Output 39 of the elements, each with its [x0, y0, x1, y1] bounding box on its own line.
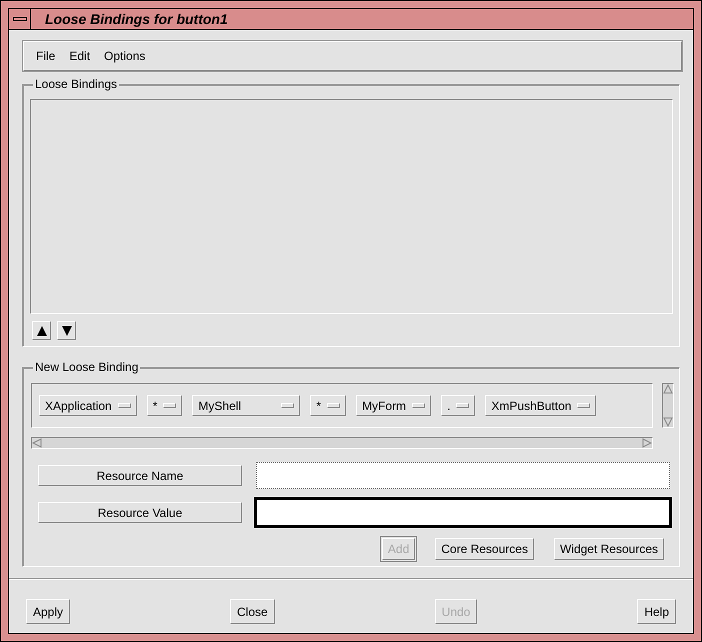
field-label-button[interactable]: Resource Name [38, 465, 242, 486]
window-title: Loose Bindings for button1 [45, 10, 228, 29]
text-field[interactable] [254, 497, 672, 528]
option-indicator-icon [118, 403, 131, 408]
move-up-button[interactable] [32, 321, 51, 340]
option-menu-button[interactable]: MyShell [192, 395, 300, 416]
group-title: Loose Bindings [33, 76, 120, 92]
option-indicator-icon [163, 403, 176, 408]
option-menu-button[interactable]: XmPushButton [485, 395, 596, 416]
menu-item[interactable]: File [36, 47, 56, 65]
option-menu-button[interactable]: XApplication [39, 395, 137, 416]
down-arrow-icon [62, 326, 72, 336]
option-indicator-icon [456, 403, 470, 408]
scroll-up-icon[interactable] [663, 384, 673, 394]
menu-item[interactable]: Options [104, 47, 146, 65]
menu-item[interactable]: Edit [69, 47, 90, 65]
dialog-button[interactable]: Apply [26, 599, 70, 624]
dialog-button[interactable]: Help [637, 599, 676, 624]
move-down-button[interactable] [57, 321, 76, 340]
option-indicator-icon [281, 403, 294, 408]
action-button[interactable]: Core Resources [435, 538, 534, 560]
option-menu-button[interactable]: * [310, 395, 346, 416]
option-indicator-icon [577, 403, 590, 408]
scroll-right-icon[interactable] [642, 438, 652, 448]
dialog-button[interactable]: Close [230, 599, 275, 624]
option-menu-button[interactable]: . [441, 395, 476, 416]
option-indicator-icon [412, 403, 426, 408]
option-menu-button[interactable]: * [146, 395, 182, 416]
field-label-button[interactable]: Resource Value [38, 502, 242, 523]
group-title: New Loose Binding [33, 359, 140, 375]
vertical-scrollbar[interactable] [662, 383, 674, 428]
scroll-down-icon[interactable] [663, 417, 673, 427]
up-arrow-icon [36, 326, 46, 336]
text-field[interactable] [256, 462, 670, 489]
option-indicator-icon [327, 403, 340, 408]
action-button[interactable]: Widget Resources [554, 538, 664, 560]
scroll-left-icon[interactable] [32, 438, 42, 448]
option-menu-button[interactable]: MyForm [356, 395, 432, 416]
horizontal-scrollbar[interactable] [31, 437, 653, 449]
